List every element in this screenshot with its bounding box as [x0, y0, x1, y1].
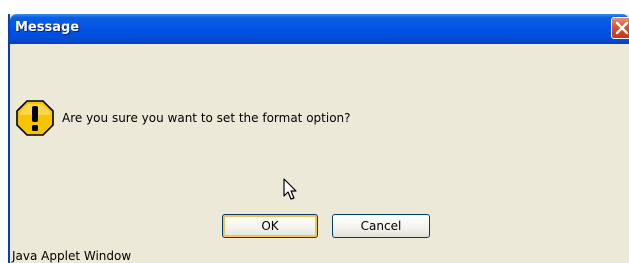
ok-button[interactable]: OK [222, 214, 318, 238]
title-bar[interactable]: Message [10, 14, 629, 44]
cancel-button[interactable]: Cancel [332, 214, 430, 238]
applet-window-warning: Java Applet Window [12, 249, 132, 263]
message-dialog-window: Message Are you sure you want to set the… [8, 14, 629, 263]
window-title: Message [15, 20, 80, 35]
close-icon [615, 21, 629, 35]
dialog-message: Are you sure you want to set the format … [62, 111, 351, 125]
mouse-pointer-icon [283, 178, 297, 200]
close-button[interactable] [611, 17, 629, 39]
dialog-body: Are you sure you want to set the format … [10, 44, 629, 263]
warning-icon [16, 100, 54, 136]
